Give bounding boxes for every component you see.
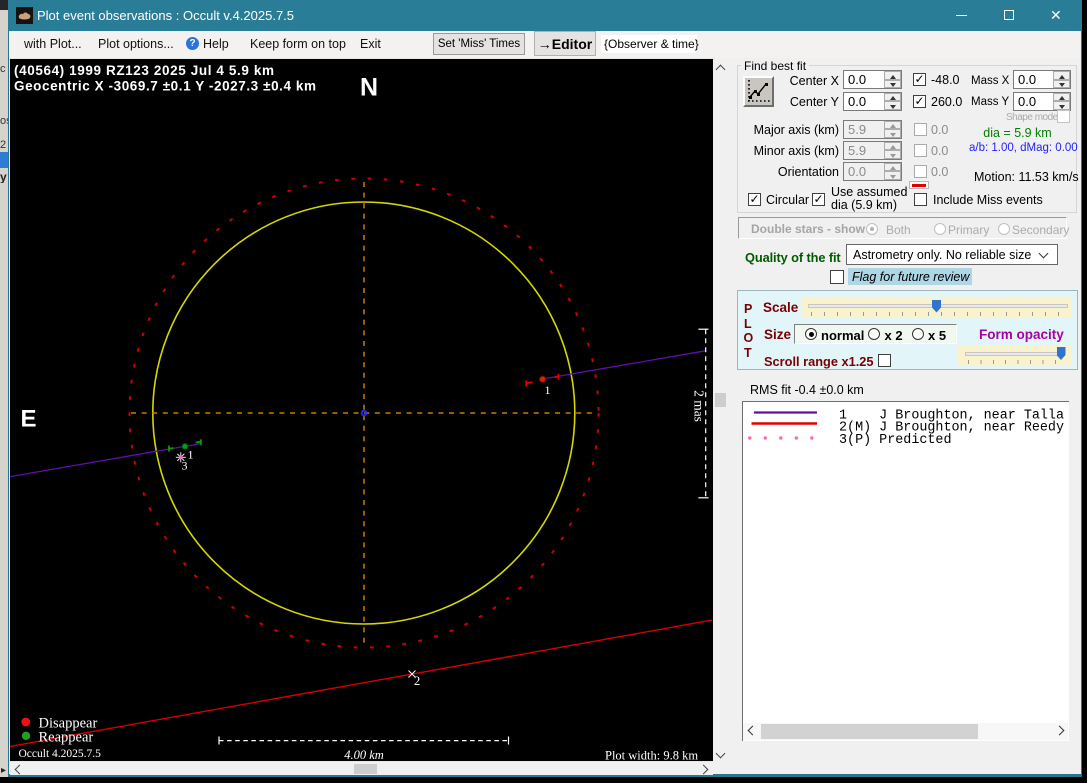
svg-text:Geocentric X -3069.7 ±0.1 Y: Geocentric X -3069.7 ±0.1 Y -2027.3 ±0.4…: [14, 79, 316, 94]
svg-text:(40564) 1999 RZ123 2025 Jul 4: (40564) 1999 RZ123 2025 Jul 4 5.9 km: [14, 63, 274, 78]
svg-text:3: 3: [182, 459, 188, 473]
svg-text:4.00 km: 4.00 km: [344, 748, 384, 761]
svg-text:1: 1: [545, 383, 551, 397]
svg-text:3(P) Predicted: 3(P) Predicted: [839, 433, 952, 448]
svg-text:2 mas: 2 mas: [692, 390, 707, 422]
svg-text:N: N: [360, 74, 378, 102]
svg-text:Reappear: Reappear: [39, 730, 94, 746]
svg-text:Plot width: 9.8 km: Plot width: 9.8 km: [605, 749, 698, 762]
svg-text:Occult 4.2025.7.5: Occult 4.2025.7.5: [19, 748, 102, 760]
svg-text:2: 2: [414, 674, 420, 688]
svg-text:E: E: [21, 406, 37, 433]
svg-text:1: 1: [188, 448, 194, 462]
